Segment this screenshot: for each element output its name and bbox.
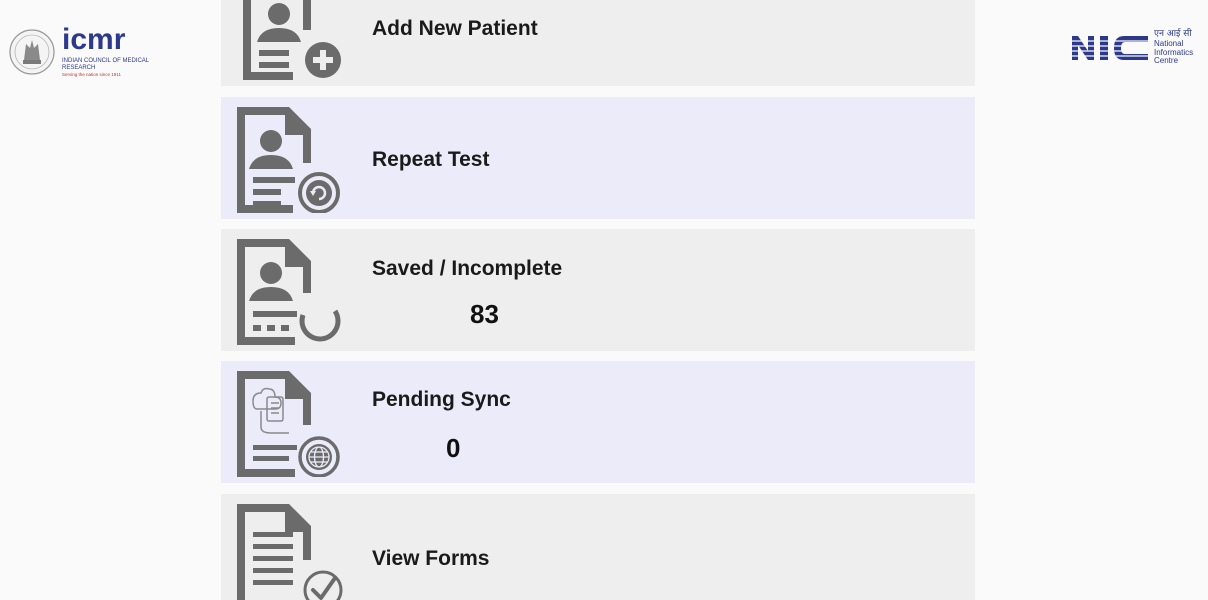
view-forms-icon: [237, 504, 343, 600]
saved-incomplete-label: Saved / Incomplete: [372, 257, 563, 280]
icmr-tagline: Serving the nation since 1911: [62, 72, 121, 77]
home-screen: icmr INDIAN COUNCIL OF MEDICAL RESEARCH …: [0, 0, 1208, 600]
ashoka-emblem-icon: [9, 29, 55, 75]
pending-sync-button[interactable]: Pending Sync 0: [221, 361, 975, 483]
add-patient-icon: [243, 0, 341, 80]
main-menu: Add New Patient Repeat Test Saved / Inco…: [221, 0, 975, 600]
nic-hindi-text: एन आई सी: [1154, 29, 1192, 39]
saved-incomplete-count: 83: [470, 299, 499, 329]
icmr-logo: icmr INDIAN COUNCIL OF MEDICAL RESEARCH …: [4, 24, 154, 84]
nic-logo: एन आई सी National Informatics Centre: [1070, 30, 1206, 70]
nic-line-centre: Centre: [1154, 56, 1179, 65]
pending-sync-count: 0: [446, 433, 461, 463]
icmr-subtitle: INDIAN COUNCIL OF MEDICAL RESEARCH: [62, 58, 149, 71]
pending-sync-label: Pending Sync: [372, 388, 511, 411]
repeat-test-icon: [237, 107, 340, 213]
repeat-test-label: Repeat Test: [372, 148, 490, 171]
repeat-test-button[interactable]: Repeat Test: [221, 97, 975, 219]
add-new-patient-button[interactable]: Add New Patient: [221, 0, 975, 86]
view-forms-button[interactable]: View Forms: [221, 494, 975, 600]
view-forms-label: View Forms: [372, 547, 490, 570]
pending-sync-icon: [237, 371, 340, 477]
nic-wordmark-icon: [1070, 36, 1152, 60]
saved-incomplete-button[interactable]: Saved / Incomplete 83: [221, 229, 975, 351]
icmr-wordmark: icmr: [62, 23, 126, 56]
add-new-patient-label: Add New Patient: [372, 17, 538, 40]
saved-incomplete-icon: [237, 239, 341, 345]
nic-english-text: National Informatics Centre: [1154, 39, 1206, 66]
